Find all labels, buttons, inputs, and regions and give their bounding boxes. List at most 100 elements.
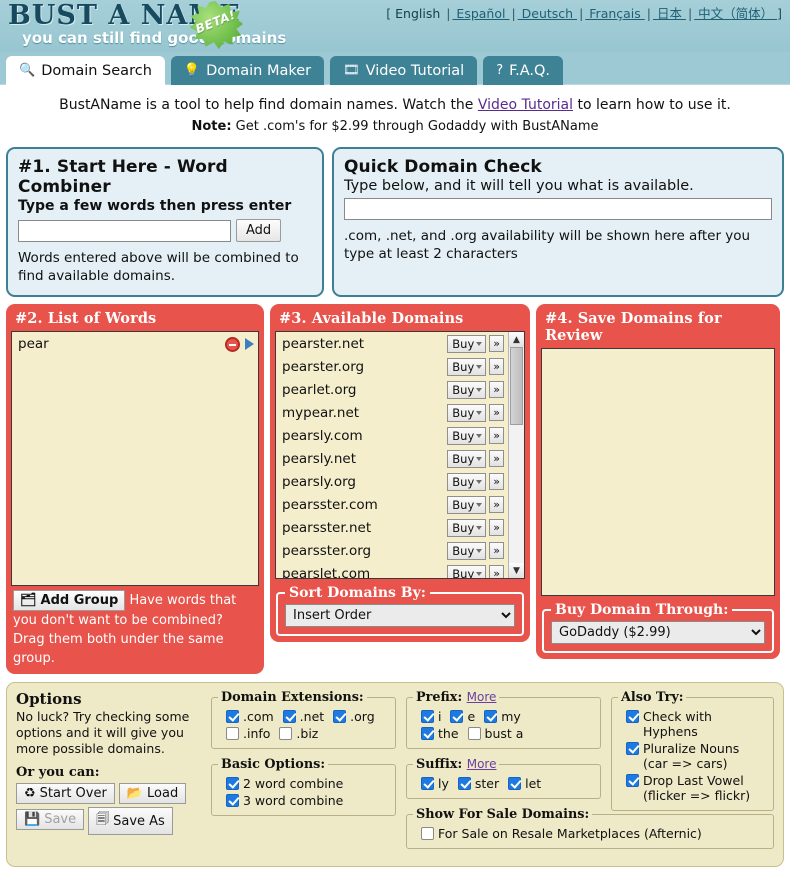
domain-row[interactable]: pearsly.com Buy » — [276, 424, 508, 447]
domain-row[interactable]: mypear.net Buy » — [276, 401, 508, 424]
scroll-track[interactable] — [509, 347, 524, 563]
available-domains-list[interactable]: pearster.net Buy» pearster.org Buy» pearlet.… — [276, 332, 508, 578]
domain-row[interactable]: pearster.org Buy » — [276, 355, 508, 378]
checkbox-icon[interactable] — [467, 727, 481, 740]
save-as-button[interactable]: 🗐 Save As — [88, 807, 173, 835]
word-input[interactable] — [18, 219, 231, 242]
domain-more-button[interactable]: » — [489, 542, 504, 559]
domain-more-button[interactable]: » — [489, 519, 504, 536]
checkbox-icon[interactable] — [450, 710, 464, 723]
suffix-checkbox-let[interactable]: let — [508, 776, 541, 791]
lang-link--[interactable]: 中文（简体） — [694, 6, 777, 21]
domain-row[interactable]: pearlet.org Buy » — [276, 378, 508, 401]
domain-more-button[interactable]: » — [489, 473, 504, 490]
checkbox-icon[interactable] — [421, 827, 434, 840]
buy-through-select[interactable]: GoDaddy ($2.99)NamecheapName.com1&1 — [551, 621, 765, 644]
site-logo[interactable]: BUST A NAME you can still find good doma… — [8, 1, 286, 48]
scroll-up-icon[interactable]: ▲ — [509, 332, 524, 347]
lang-link-fran-ais[interactable]: Français — [585, 6, 644, 21]
lang-link-deutsch[interactable]: Deutsch — [518, 6, 577, 21]
domain-more-button[interactable]: » — [489, 450, 504, 467]
video-tutorial-link[interactable]: Video Tutorial — [478, 97, 573, 113]
buy-domain-button[interactable]: Buy — [447, 495, 487, 514]
add-group-button[interactable]: 🗂 Add Group — [13, 590, 126, 611]
also-try-checkbox-check-with-hyphens[interactable]: Check with Hyphens — [626, 709, 758, 739]
prefix-checkbox-bust-a[interactable]: bust a — [467, 726, 523, 741]
checkbox-icon[interactable] — [279, 727, 293, 740]
extension-checkbox--info[interactable]: .info — [226, 726, 270, 741]
domain-row[interactable]: pearslet.com Buy » — [276, 562, 508, 578]
prefix-checkbox-the[interactable]: the — [421, 726, 459, 741]
extension-checkbox--org[interactable]: .org — [333, 709, 375, 724]
word-list-item[interactable]: pear — [12, 334, 258, 354]
basic-checkbox-3-word-combine[interactable]: 3 word combine — [226, 793, 343, 808]
extension-checkbox--net[interactable]: .net — [282, 709, 324, 724]
checkbox-icon[interactable] — [282, 710, 296, 723]
domain-row[interactable]: pearsly.org Buy » — [276, 470, 508, 493]
domain-more-button[interactable]: » — [489, 381, 504, 398]
also-try-checkbox-drop-last-vowel[interactable]: Drop Last Vowel (flicker => flickr) — [626, 773, 750, 803]
checkbox-icon[interactable] — [457, 777, 471, 790]
lang-link-espa-ol[interactable]: Español — [452, 6, 509, 21]
domain-more-button[interactable]: » — [489, 427, 504, 444]
checkbox-icon[interactable] — [226, 710, 239, 723]
quick-check-input[interactable] — [344, 198, 772, 220]
basic-checkbox-2-word-combine[interactable]: 2 word combine — [226, 776, 343, 791]
buy-domain-button[interactable]: Buy — [447, 403, 487, 422]
prefix-checkbox-i[interactable]: i — [421, 709, 441, 724]
remove-word-icon[interactable] — [225, 336, 240, 352]
buy-domain-button[interactable]: Buy — [447, 541, 487, 560]
lang-link--[interactable]: 日本 — [653, 6, 686, 21]
sort-domains-select[interactable]: Insert OrderAlphabeticalLengthPopularity — [285, 604, 515, 627]
tab-domain-search[interactable]: 🔍 Domain Search — [6, 56, 165, 85]
checkbox-icon[interactable] — [226, 794, 239, 807]
buy-domain-button[interactable]: Buy — [447, 380, 487, 399]
domain-more-button[interactable]: » — [489, 358, 504, 375]
buy-domain-button[interactable]: Buy — [447, 564, 487, 578]
buy-domain-button[interactable]: Buy — [447, 334, 487, 353]
domain-more-button[interactable]: » — [489, 565, 504, 578]
checkbox-icon[interactable] — [484, 710, 498, 723]
checkbox-icon[interactable] — [421, 710, 434, 723]
checkbox-icon[interactable] — [226, 777, 239, 790]
checkbox-icon[interactable] — [626, 742, 639, 755]
word-list-box[interactable]: pear — [11, 331, 259, 586]
suffix-checkbox-ster[interactable]: ster — [457, 776, 499, 791]
checkbox-icon[interactable] — [508, 777, 522, 790]
domain-row[interactable]: pearsster.com Buy » — [276, 493, 508, 516]
buy-domain-button[interactable]: Buy — [447, 518, 487, 537]
checkbox-icon[interactable] — [226, 727, 239, 740]
domain-row[interactable]: pearsster.net Buy » — [276, 516, 508, 539]
prefix-more-link[interactable]: More — [467, 690, 497, 704]
extension-checkbox--com[interactable]: .com — [226, 709, 274, 724]
prefix-checkbox-my[interactable]: my — [484, 709, 521, 724]
suffix-more-link[interactable]: More — [467, 757, 497, 771]
tab-video-tutorial[interactable]: 🎞 Video Tutorial — [330, 56, 478, 85]
load-button[interactable]: 📂 Load — [118, 783, 187, 804]
checkbox-icon[interactable] — [421, 777, 434, 790]
checkbox-icon[interactable] — [626, 710, 639, 723]
buy-domain-button[interactable]: Buy — [447, 449, 487, 468]
domain-row[interactable]: pearsster.org Buy » — [276, 539, 508, 562]
extension-checkbox--biz[interactable]: .biz — [279, 726, 318, 741]
scroll-down-icon[interactable]: ▼ — [509, 563, 524, 578]
prefix-checkbox-e[interactable]: e — [450, 709, 475, 724]
domain-row[interactable]: pearster.net Buy » — [276, 332, 508, 355]
checkbox-icon[interactable] — [626, 774, 639, 787]
buy-domain-button[interactable]: Buy — [447, 472, 487, 491]
tab-domain-maker[interactable]: 💡 Domain Maker — [170, 56, 325, 85]
buy-domain-button[interactable]: Buy — [447, 357, 487, 376]
buy-domain-button[interactable]: Buy — [447, 426, 487, 445]
checkbox-icon[interactable] — [421, 727, 434, 740]
start-over-button[interactable]: ♻ Start Over — [16, 783, 115, 804]
checkbox-icon[interactable] — [333, 710, 347, 723]
domains-scrollbar[interactable]: ▲ ▼ — [508, 332, 524, 578]
also-try-checkbox-pluralize-nouns[interactable]: Pluralize Nouns (car => cars) — [626, 741, 739, 771]
domain-more-button[interactable]: » — [489, 496, 504, 513]
add-word-button[interactable]: Add — [236, 219, 282, 242]
suffix-checkbox-ly[interactable]: ly — [421, 776, 449, 791]
domain-more-button[interactable]: » — [489, 404, 504, 421]
tab-f-a-q-[interactable]: ? F.A.Q. — [483, 56, 564, 85]
saved-domains-box[interactable] — [541, 348, 775, 596]
scroll-thumb[interactable] — [510, 347, 523, 425]
